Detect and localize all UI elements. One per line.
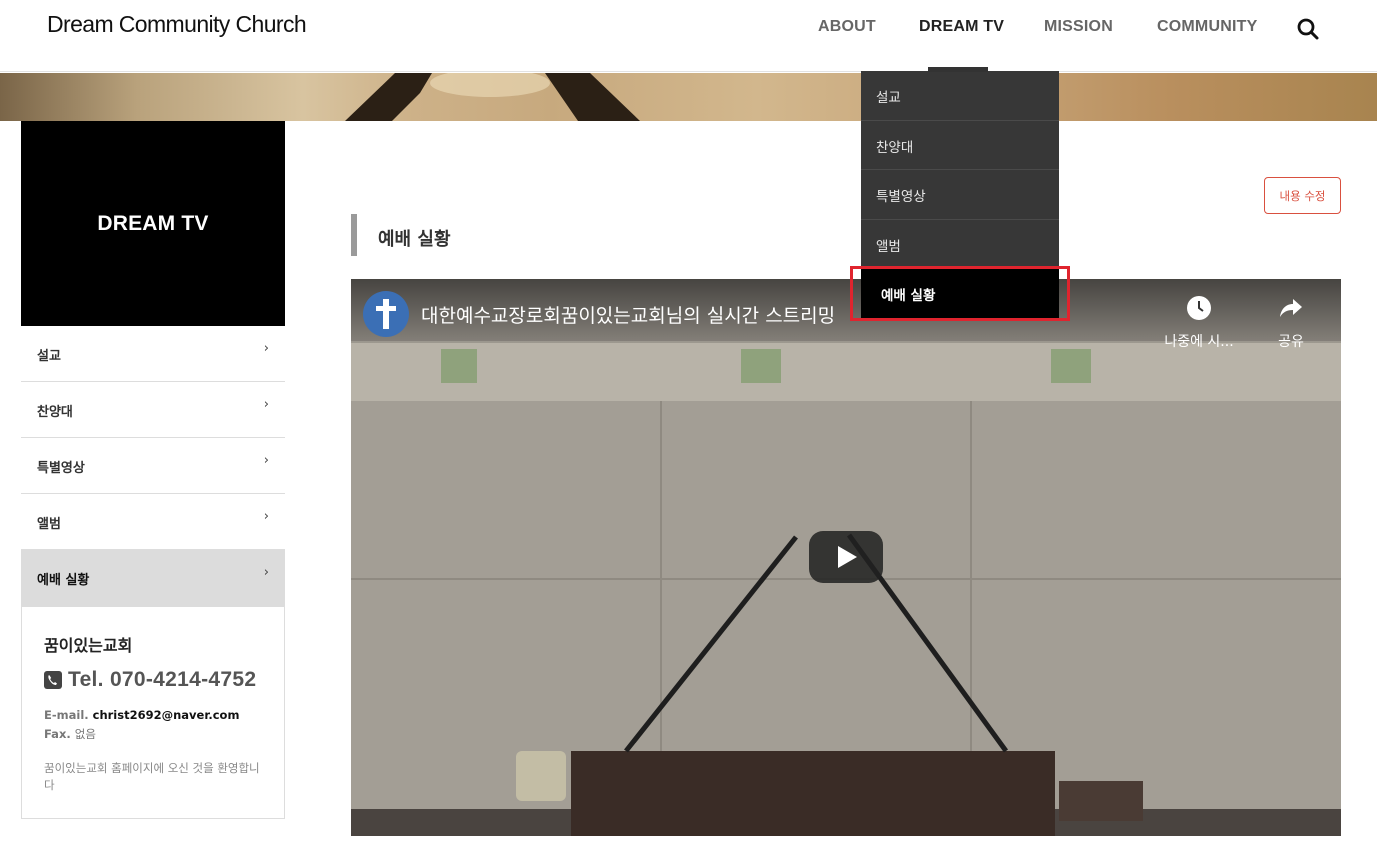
sidebar-item-label: 찬양대 bbox=[37, 405, 73, 420]
watch-later-label: 나중에 시... bbox=[1164, 334, 1234, 350]
sidebar-item-live-worship[interactable]: 예배 실황 › bbox=[21, 550, 285, 607]
chevron-right-icon: › bbox=[263, 341, 269, 356]
sidebar-item-album[interactable]: 앨범 › bbox=[21, 494, 285, 550]
email-value: christ2692@naver.com bbox=[92, 708, 240, 722]
email-row: E-mail. christ2692@naver.com bbox=[44, 708, 239, 722]
site-logo[interactable]: Dream Community Church bbox=[47, 11, 307, 38]
sidebar-item-label: 특별영상 bbox=[37, 461, 85, 476]
dropdown-item-live-worship[interactable]: 예배 실황 bbox=[861, 269, 1059, 319]
sidebar-item-choir[interactable]: 찬양대 › bbox=[21, 382, 285, 438]
video-title[interactable]: 대한예수교장로회꿈이있는교회님의 실시간 스트리밍 bbox=[421, 301, 835, 328]
welcome-message: 꿈이있는교회 홈페이지에 오신 것을 환영합니다 bbox=[44, 761, 260, 792]
chevron-right-icon: › bbox=[263, 397, 269, 412]
fax-label: Fax. bbox=[44, 727, 71, 741]
tel-row: Tel. 070-4214-4752 bbox=[44, 668, 256, 692]
page-title: 예배 실황 bbox=[378, 229, 451, 250]
dropdown-item-label: 설교 bbox=[876, 90, 901, 106]
video-player[interactable]: 대한예수교장로회꿈이있는교회님의 실시간 스트리밍 나중에 시... 공유 bbox=[351, 279, 1341, 836]
phone-icon bbox=[44, 671, 62, 689]
nav-mission[interactable]: MISSION bbox=[1044, 18, 1113, 38]
dropdown-item-label: 찬양대 bbox=[876, 139, 914, 156]
sidebar-item-label: 앨범 bbox=[37, 517, 61, 532]
watch-later-button[interactable]: 나중에 시... bbox=[1159, 295, 1239, 351]
dropdown-item-special-video[interactable]: 특별영상 bbox=[861, 170, 1059, 220]
email-label: E-mail. bbox=[44, 708, 89, 722]
nav-active-indicator bbox=[928, 67, 988, 72]
church-name: 꿈이있는교회 bbox=[44, 636, 133, 655]
chevron-right-icon: › bbox=[263, 509, 269, 524]
sidebar-hero: DREAM TV bbox=[21, 121, 285, 326]
dropdown-item-choir[interactable]: 찬양대 bbox=[861, 121, 1059, 170]
dropdown-item-label: 특별영상 bbox=[876, 189, 926, 205]
nav-dream-tv[interactable]: DREAM TV bbox=[919, 18, 1004, 38]
sidebar-hero-title: DREAM TV bbox=[97, 211, 209, 235]
chevron-right-icon: › bbox=[263, 453, 269, 468]
dropdown-item-sermon[interactable]: 설교 bbox=[861, 71, 1059, 121]
sidebar-item-sermon[interactable]: 설교 › bbox=[21, 326, 285, 382]
tel-number: Tel. 070-4214-4752 bbox=[68, 668, 257, 691]
fax-value: 없음 bbox=[74, 727, 96, 741]
section-title-bar bbox=[351, 214, 357, 256]
share-icon bbox=[1280, 299, 1302, 317]
sidebar-item-special-video[interactable]: 특별영상 › bbox=[21, 438, 285, 494]
nav-community[interactable]: COMMUNITY bbox=[1157, 18, 1257, 38]
clock-icon bbox=[1187, 296, 1211, 320]
chevron-right-icon: › bbox=[263, 565, 269, 580]
sidebar-item-label: 설교 bbox=[37, 349, 61, 364]
channel-avatar[interactable] bbox=[363, 291, 409, 337]
dropdown-item-album[interactable]: 앨범 bbox=[861, 220, 1059, 269]
play-button[interactable] bbox=[809, 531, 883, 583]
share-label: 공유 bbox=[1278, 334, 1304, 350]
sidebar-item-label: 예배 실황 bbox=[37, 573, 90, 588]
dream-tv-dropdown: 설교 찬양대 특별영상 앨범 예배 실황 bbox=[861, 71, 1059, 319]
dropdown-item-label: 앨범 bbox=[876, 238, 901, 255]
fax-row: Fax. 없음 bbox=[44, 726, 96, 742]
banner-image bbox=[0, 73, 1377, 121]
search-icon[interactable] bbox=[1296, 17, 1320, 41]
share-button[interactable]: 공유 bbox=[1269, 295, 1313, 351]
sidebar-menu: 설교 › 찬양대 › 특별영상 › 앨범 › 예배 실황 › bbox=[21, 326, 285, 607]
dropdown-item-label: 예배 실황 bbox=[881, 288, 936, 304]
edit-content-button[interactable]: 내용 수정 bbox=[1264, 177, 1341, 214]
church-info-box: 꿈이있는교회 Tel. 070-4214-4752 E-mail. christ2… bbox=[21, 606, 285, 819]
nav-about[interactable]: ABOUT bbox=[818, 18, 876, 38]
site-header: Dream Community Church ABOUT DREAM TV MI… bbox=[0, 0, 1377, 72]
